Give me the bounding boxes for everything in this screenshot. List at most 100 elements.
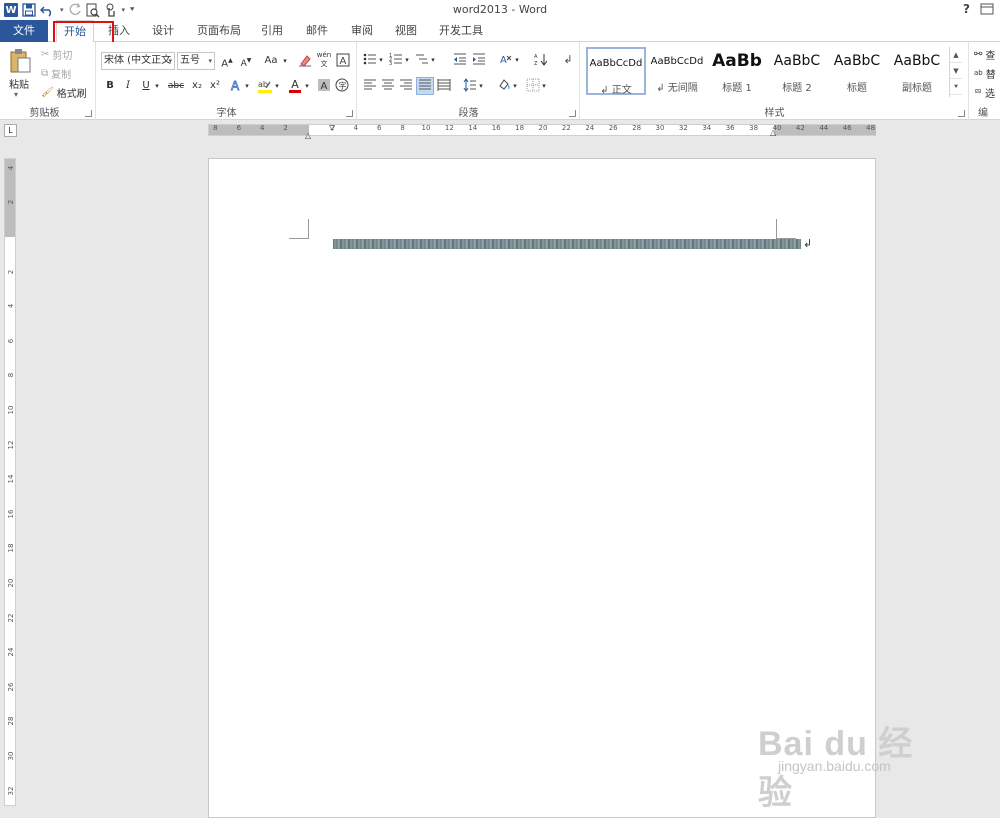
clipboard-launcher-icon[interactable] [85, 110, 92, 117]
underline-button[interactable]: U [138, 78, 154, 94]
touch-mode-icon[interactable] [104, 2, 118, 18]
word-app-icon[interactable]: W [4, 3, 18, 17]
horizontal-ruler[interactable]: 8642246810121416182022242628303234363840… [208, 124, 876, 136]
ribbon-display-options-icon[interactable] [980, 2, 994, 16]
font-launcher-icon[interactable] [346, 110, 353, 117]
gallery-more-icon[interactable]: ⯆ [950, 79, 962, 95]
tab-developer[interactable]: 开发工具 [436, 20, 486, 42]
align-center-icon[interactable] [380, 78, 396, 94]
highlight-color-icon[interactable]: ab [257, 78, 273, 94]
tab-view[interactable]: 视图 [390, 20, 422, 42]
tab-page-layout[interactable]: 页面布局 [194, 20, 244, 42]
undo-dropdown-icon[interactable]: ▾ [60, 2, 64, 18]
ruler-tick-label: 16 [492, 124, 501, 132]
tab-review[interactable]: 审阅 [346, 20, 378, 42]
font-color-dropdown-icon[interactable]: ▾ [303, 78, 311, 94]
svg-text:A: A [500, 55, 507, 66]
vertical-ruler[interactable]: 422468101214161820222426283032 [4, 158, 16, 806]
clipboard-group-label: 剪贴板 [0, 104, 95, 119]
enclose-characters-icon[interactable]: 字 [334, 78, 350, 94]
strikethrough-button[interactable]: abc [165, 78, 187, 94]
copy-icon: ⧉ [41, 68, 48, 79]
print-preview-icon[interactable] [86, 2, 100, 18]
first-line-indent-icon[interactable]: ▽ [329, 123, 335, 132]
chinese-layout-dropdown-icon[interactable]: ▾ [513, 52, 521, 68]
tab-file[interactable]: 文件 [0, 20, 48, 42]
style-heading-2[interactable]: AaBbC 标题 2 [767, 47, 827, 95]
highlight-dropdown-icon[interactable]: ▾ [273, 78, 281, 94]
tab-stop-selector[interactable]: L [4, 124, 17, 137]
inline-image[interactable] [333, 239, 801, 249]
right-indent-icon[interactable]: △ [770, 128, 776, 137]
multilevel-dropdown-icon[interactable]: ▾ [429, 52, 437, 68]
left-indent-icon[interactable]: △ [305, 131, 311, 140]
undo-icon[interactable] [40, 2, 56, 18]
subscript-button[interactable]: x₂ [189, 78, 205, 94]
shrink-font-button[interactable]: A▼ [238, 53, 254, 69]
redo-icon[interactable] [68, 2, 82, 18]
numbering-dropdown-icon[interactable]: ▾ [403, 52, 411, 68]
phonetic-guide-button[interactable]: wén 文 [316, 51, 332, 67]
paragraph-launcher-icon[interactable] [569, 110, 576, 117]
borders-dropdown-icon[interactable]: ▾ [540, 78, 548, 94]
find-button[interactable]: ⚯ 查 [974, 47, 995, 61]
select-button[interactable]: ⮹ 选 [974, 85, 995, 99]
change-case-button[interactable]: Aa [260, 53, 282, 69]
gallery-down-icon[interactable]: ▼ [950, 63, 962, 79]
italic-button[interactable]: I [120, 78, 136, 94]
font-name-combobox[interactable]: 宋体 (中文正文 ▾ [101, 52, 175, 70]
copy-button[interactable]: ⧉ 复制 [41, 66, 71, 80]
line-spacing-dropdown-icon[interactable]: ▾ [477, 78, 485, 94]
customize-qat-icon[interactable]: ⯆ [129, 2, 135, 18]
character-border-icon[interactable]: A [335, 53, 351, 69]
decrease-indent-icon[interactable] [452, 52, 468, 68]
superscript-button[interactable]: x² [207, 78, 223, 94]
tab-mailings[interactable]: 邮件 [301, 20, 333, 42]
replace-button[interactable]: ab 替 [974, 66, 996, 80]
multilevel-list-icon[interactable] [414, 52, 430, 68]
font-size-combobox[interactable]: 五号 ▾ [177, 52, 215, 70]
underline-dropdown-icon[interactable]: ▾ [153, 78, 161, 94]
tab-references[interactable]: 引用 [256, 20, 288, 42]
gallery-up-icon[interactable]: ▲ [950, 47, 962, 63]
paste-icon[interactable] [10, 48, 32, 74]
touch-mode-dropdown-icon[interactable]: ▾ [122, 2, 126, 18]
paste-dropdown-icon[interactable]: ▾ [14, 90, 18, 99]
line-spacing-icon[interactable] [462, 78, 478, 94]
help-icon[interactable]: ? [963, 2, 970, 16]
shading-icon[interactable] [496, 78, 512, 94]
ruler-tick-label: 2 [7, 197, 15, 207]
show-hide-marks-icon[interactable]: ↲ [560, 52, 576, 68]
justify-icon[interactable] [416, 77, 434, 95]
align-right-icon[interactable] [398, 78, 414, 94]
distributed-icon[interactable] [436, 78, 452, 94]
style-heading-1[interactable]: AaBb 标题 1 [707, 47, 767, 95]
styles-launcher-icon[interactable] [958, 110, 965, 117]
grow-font-button[interactable]: A▲ [219, 53, 235, 69]
bold-button[interactable]: B [102, 78, 118, 94]
paste-button[interactable]: 粘贴 [9, 76, 29, 91]
shading-dropdown-icon[interactable]: ▾ [511, 78, 519, 94]
bullets-dropdown-icon[interactable]: ▾ [377, 52, 385, 68]
save-icon[interactable] [22, 2, 36, 18]
style-no-spacing[interactable]: AaBbCcDd ↲ 无间隔 [647, 47, 707, 95]
borders-icon[interactable] [525, 78, 541, 94]
chinese-layout-icon[interactable]: A [498, 52, 514, 68]
text-effects-icon[interactable]: A [228, 78, 244, 94]
sort-icon[interactable]: AZ [533, 52, 549, 68]
cut-button[interactable]: ✂ 剪切 [41, 47, 72, 61]
style-title[interactable]: AaBbC 标题 [827, 47, 887, 95]
increase-indent-icon[interactable] [471, 52, 487, 68]
numbering-icon[interactable]: 123 [388, 52, 404, 68]
font-color-button[interactable]: A [287, 77, 303, 93]
tab-design[interactable]: 设计 [146, 20, 180, 42]
style-normal[interactable]: AaBbCcDd ↲ 正文 [586, 47, 646, 95]
change-case-dropdown-icon[interactable]: ▾ [281, 53, 289, 69]
bullets-icon[interactable] [362, 52, 378, 68]
text-effects-dropdown-icon[interactable]: ▾ [243, 78, 251, 94]
character-shading-icon[interactable]: A [316, 78, 332, 94]
format-painter-button[interactable]: 🖌 格式刷 [41, 85, 87, 99]
align-left-icon[interactable] [362, 78, 378, 94]
clear-formatting-icon[interactable] [297, 53, 313, 69]
style-subtitle[interactable]: AaBbC 副标题 [887, 47, 947, 95]
